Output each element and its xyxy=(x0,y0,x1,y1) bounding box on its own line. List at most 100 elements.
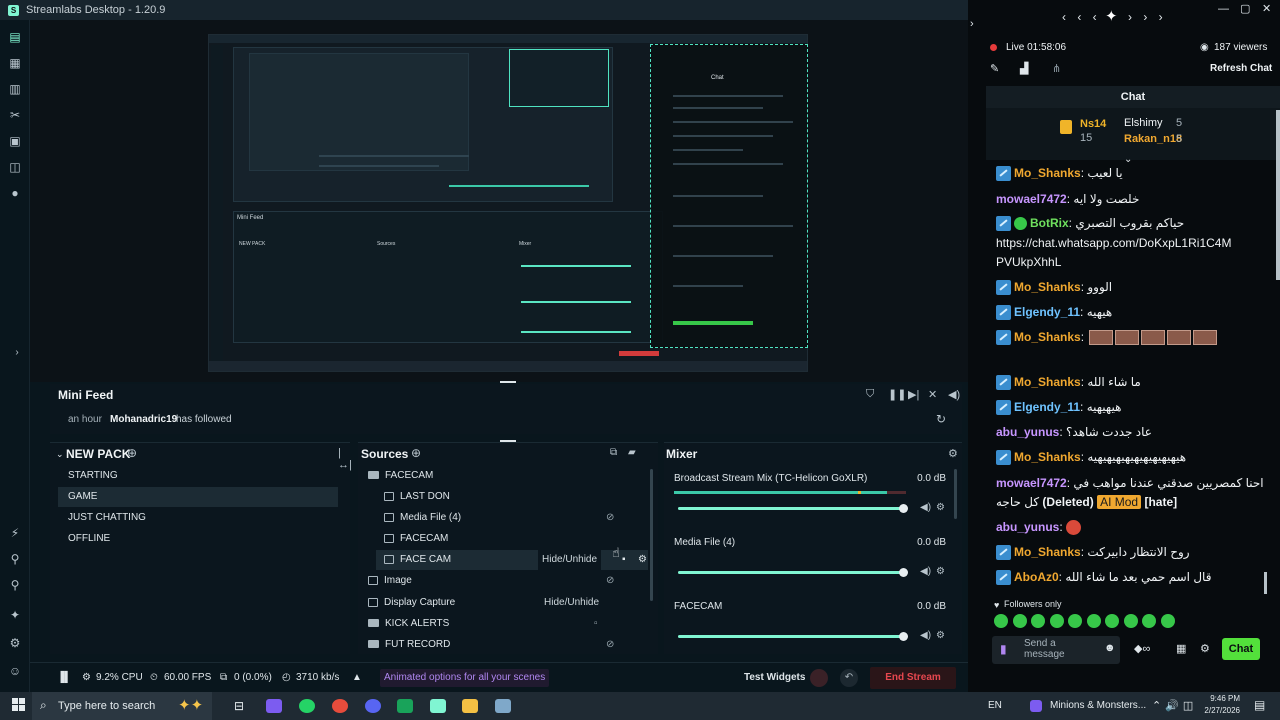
volume-slider[interactable] xyxy=(678,504,908,513)
task-view-icon[interactable]: ⊟ xyxy=(234,699,244,713)
scene-item[interactable]: JUST CHATTING xyxy=(58,508,338,528)
scene-item[interactable]: STARTING xyxy=(58,466,338,486)
discord-icon[interactable] xyxy=(365,699,381,713)
add-scene-icon[interactable]: ⊕ xyxy=(127,446,137,460)
panel-drag-handle[interactable] xyxy=(500,381,516,383)
chat-username[interactable]: mowael7472 xyxy=(996,476,1067,490)
skip-icon[interactable]: ▶| xyxy=(908,388,919,401)
chat-username[interactable]: Mo_Shanks xyxy=(1014,330,1081,344)
chat-username[interactable]: Elgendy_11 xyxy=(1014,305,1080,319)
emote-icon[interactable] xyxy=(1031,614,1045,628)
visibility-off-icon[interactable]: ⊘ xyxy=(606,508,614,528)
record-icon[interactable]: ● xyxy=(8,186,22,200)
dashboard-icon[interactable]: ▦ xyxy=(8,56,22,70)
volume-icon[interactable]: ◀) xyxy=(920,630,931,641)
stats-icon[interactable]: ▐▌ xyxy=(57,672,71,683)
volume-slider[interactable] xyxy=(678,632,908,641)
volume-icon[interactable]: ◀) xyxy=(948,388,960,401)
send-chat-button[interactable]: Chat xyxy=(1222,638,1260,660)
volume-slider[interactable] xyxy=(678,568,908,577)
emote-icon[interactable] xyxy=(1012,614,1027,628)
maximize-icon[interactable]: ▢ xyxy=(1240,2,1250,15)
chat-settings-icon[interactable]: ⚙ xyxy=(1200,642,1210,655)
chat-overlay-source[interactable]: Chat xyxy=(650,44,808,348)
scene-item[interactable]: OFFLINE xyxy=(58,529,338,549)
track-settings-icon[interactable]: ⚙ xyxy=(936,502,945,513)
source-row[interactable]: FACECAM xyxy=(384,529,648,549)
volume-icon[interactable]: ◀) xyxy=(920,566,931,577)
rewind-icon[interactable]: ↶ xyxy=(840,669,858,687)
share-icon[interactable]: ⋔ xyxy=(1052,62,1061,75)
apps-icon[interactable]: ⚡ xyxy=(8,526,22,540)
app-icon[interactable] xyxy=(495,699,511,713)
chat-scroll-thumb[interactable] xyxy=(1264,572,1267,594)
test-widgets-label[interactable]: Test Widgets xyxy=(744,672,805,683)
emoji-icon[interactable]: ☻ xyxy=(1104,642,1116,654)
sparkle-icon[interactable]: ✦ xyxy=(8,608,22,622)
test-widgets-toggle[interactable] xyxy=(810,669,828,687)
chat-username[interactable]: abu_yunus xyxy=(996,520,1059,534)
layout-icon[interactable]: ▥ xyxy=(8,82,22,96)
chat-username[interactable]: mowael7472 xyxy=(996,192,1067,206)
track-settings-icon[interactable]: ⚙ xyxy=(936,566,945,577)
settings-icon[interactable]: ⚙ xyxy=(8,636,22,650)
emote-icon[interactable] xyxy=(994,614,1008,628)
track-settings-icon[interactable]: ⚙ xyxy=(936,630,945,641)
cloud-icon[interactable]: ⚲ xyxy=(8,578,22,592)
emote-icon[interactable] xyxy=(1068,614,1082,628)
promo-banner[interactable]: Animated options for all your scenes xyxy=(380,669,550,687)
lock-icon[interactable]: ▪ xyxy=(622,550,626,570)
leaderboard-toggle-icon[interactable]: ⌄ xyxy=(1124,154,1132,165)
excel-icon[interactable] xyxy=(397,699,413,713)
end-stream-button[interactable]: End Stream xyxy=(870,667,956,689)
points-icon[interactable]: ◆∞ xyxy=(1134,642,1150,655)
windows-start-icon[interactable] xyxy=(12,698,26,712)
add-source-icon[interactable]: ⊕ xyxy=(411,446,421,460)
edit-icon[interactable]: ✎ xyxy=(990,62,999,75)
whatsapp-icon[interactable] xyxy=(299,699,315,713)
chat-username[interactable]: BotRix xyxy=(1030,216,1069,230)
sources-scrollbar[interactable] xyxy=(650,469,653,601)
chat-input[interactable]: ▮ Send a message ☻ xyxy=(992,636,1120,664)
volume-icon[interactable]: ◀) xyxy=(920,502,931,513)
language-indicator[interactable]: EN xyxy=(988,700,1002,711)
chat-username[interactable]: Mo_Shanks xyxy=(1014,375,1081,389)
notifications-icon[interactable]: ▤ xyxy=(1254,698,1265,712)
running-app-name[interactable]: Minions & Monsters... xyxy=(1050,700,1146,711)
refresh-icon[interactable]: ↻ xyxy=(936,412,946,426)
pause-icon[interactable]: ❚❚ xyxy=(888,388,906,401)
tools-icon[interactable]: ✂ xyxy=(8,108,22,122)
taskbar-search[interactable]: ⌕ Type here to search ✦✦ xyxy=(32,692,212,720)
refresh-chat-button[interactable]: Refresh Chat xyxy=(1210,63,1272,74)
chrome-icon[interactable] xyxy=(332,699,348,713)
chat-username[interactable]: Elgendy_11 xyxy=(1014,400,1080,414)
emote-icon[interactable] xyxy=(1123,614,1138,628)
source-row[interactable]: FACECAM xyxy=(368,466,648,486)
streamlabs-taskbar-icon[interactable] xyxy=(430,699,446,713)
emote-icon[interactable] xyxy=(1086,614,1101,628)
chat-username[interactable]: AboAz0 xyxy=(1014,570,1059,584)
chat-scrollbar[interactable] xyxy=(1276,110,1280,280)
source-row[interactable]: KICK ALERTS ▫ xyxy=(368,614,648,634)
close-icon[interactable]: ✕ xyxy=(1262,2,1271,15)
file-explorer-icon[interactable] xyxy=(462,699,478,713)
chat-username[interactable]: Mo_Shanks xyxy=(1014,280,1081,294)
add-folder-icon[interactable]: ▰ xyxy=(628,447,636,458)
gift-icon[interactable]: ▦ xyxy=(1176,642,1186,655)
mixer-scrollbar[interactable] xyxy=(954,469,957,519)
chat-username[interactable]: Mo_Shanks xyxy=(1014,545,1081,559)
editor-icon[interactable]: ▤ xyxy=(8,30,22,44)
emote-icon[interactable] xyxy=(1049,614,1064,628)
lock-icon[interactable]: ▫ xyxy=(594,614,598,634)
expand-chevron-icon[interactable]: › xyxy=(10,346,24,360)
emote-icon[interactable] xyxy=(1105,614,1119,628)
settings-icon[interactable]: ⚙ xyxy=(638,550,647,570)
source-row[interactable]: Media File (4) ⊘ xyxy=(384,508,648,528)
prev-arrows-icon[interactable]: ‹ ‹ ‹ xyxy=(1062,10,1101,24)
filter-icon[interactable]: ⛉ xyxy=(866,388,874,401)
scene-collection-title[interactable]: NEW PACK xyxy=(66,447,130,461)
mute-alerts-icon[interactable]: ✕ xyxy=(928,388,937,401)
clip-icon[interactable]: ▟ xyxy=(1020,62,1028,75)
chat-username[interactable]: Mo_Shanks xyxy=(1014,166,1081,180)
source-row[interactable]: Display Capture Hide/Unhide xyxy=(368,593,648,613)
